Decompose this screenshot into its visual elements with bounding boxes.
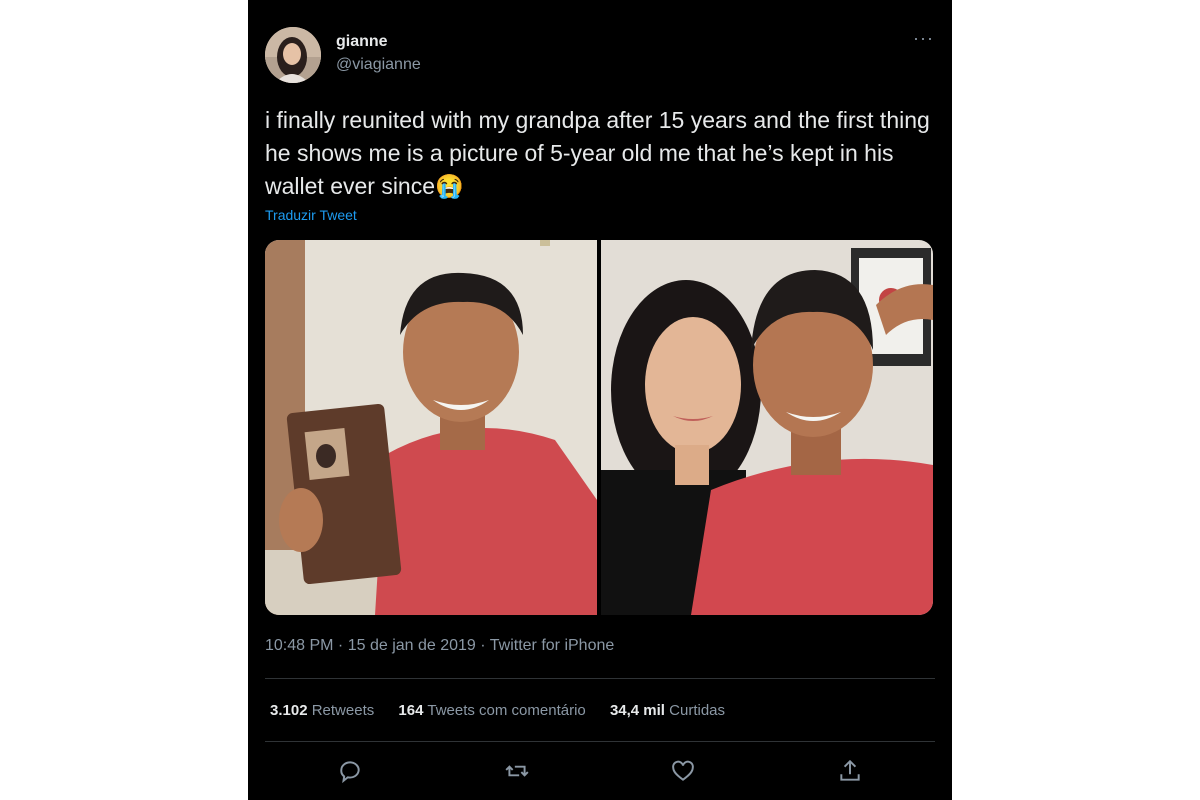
tweet-source[interactable]: Twitter for iPhone <box>490 637 615 654</box>
divider <box>265 741 935 742</box>
meta-separator: · <box>475 637 490 654</box>
author-name[interactable]: gianne <box>336 33 388 51</box>
tweet-card: gianne @viagianne ··· i finally reunited… <box>248 0 952 800</box>
reply-icon <box>340 761 360 784</box>
retweets-label: Retweets <box>311 702 375 719</box>
photo-grandpa-wallet[interactable] <box>265 240 597 615</box>
author-handle[interactable]: @viagianne <box>336 56 421 74</box>
tweet-metadata: 10:48 PM · 15 de jan de 2019 · Twitter f… <box>265 637 614 655</box>
meta-separator: · <box>333 637 348 654</box>
quotes-label: Tweets com comentário <box>427 702 586 719</box>
like-button[interactable] <box>667 755 699 787</box>
share-button[interactable] <box>834 755 866 787</box>
quotes-stat[interactable]: 164 Tweets com comentário <box>398 702 585 719</box>
reply-button[interactable] <box>334 755 366 787</box>
divider <box>265 678 935 679</box>
tweet-date[interactable]: 15 de jan de 2019 <box>348 637 476 654</box>
tweet-media <box>265 240 933 615</box>
retweet-icon <box>505 765 529 777</box>
retweets-count: 3.102 <box>270 702 308 719</box>
tweet-stats: 3.102 Retweets 164 Tweets com comentário… <box>270 702 745 719</box>
likes-label: Curtidas <box>669 702 726 719</box>
retweet-button[interactable] <box>501 755 533 787</box>
action-bar <box>265 755 935 787</box>
likes-stat[interactable]: 34,4 mil Curtidas <box>610 702 725 719</box>
tweet-text: i finally reunited with my grandpa after… <box>265 107 930 199</box>
retweets-stat[interactable]: 3.102 Retweets <box>270 702 374 719</box>
quotes-count: 164 <box>398 702 424 719</box>
share-icon <box>840 759 860 781</box>
likes-count: 34,4 mil <box>609 702 665 719</box>
like-icon <box>672 760 694 781</box>
photo-selfie-with-grandpa[interactable] <box>601 240 933 615</box>
translate-tweet-link[interactable]: Traduzir Tweet <box>265 207 357 223</box>
more-options-icon[interactable]: ··· <box>913 28 934 49</box>
tweet-time[interactable]: 10:48 PM <box>265 637 333 654</box>
avatar[interactable] <box>265 27 321 83</box>
